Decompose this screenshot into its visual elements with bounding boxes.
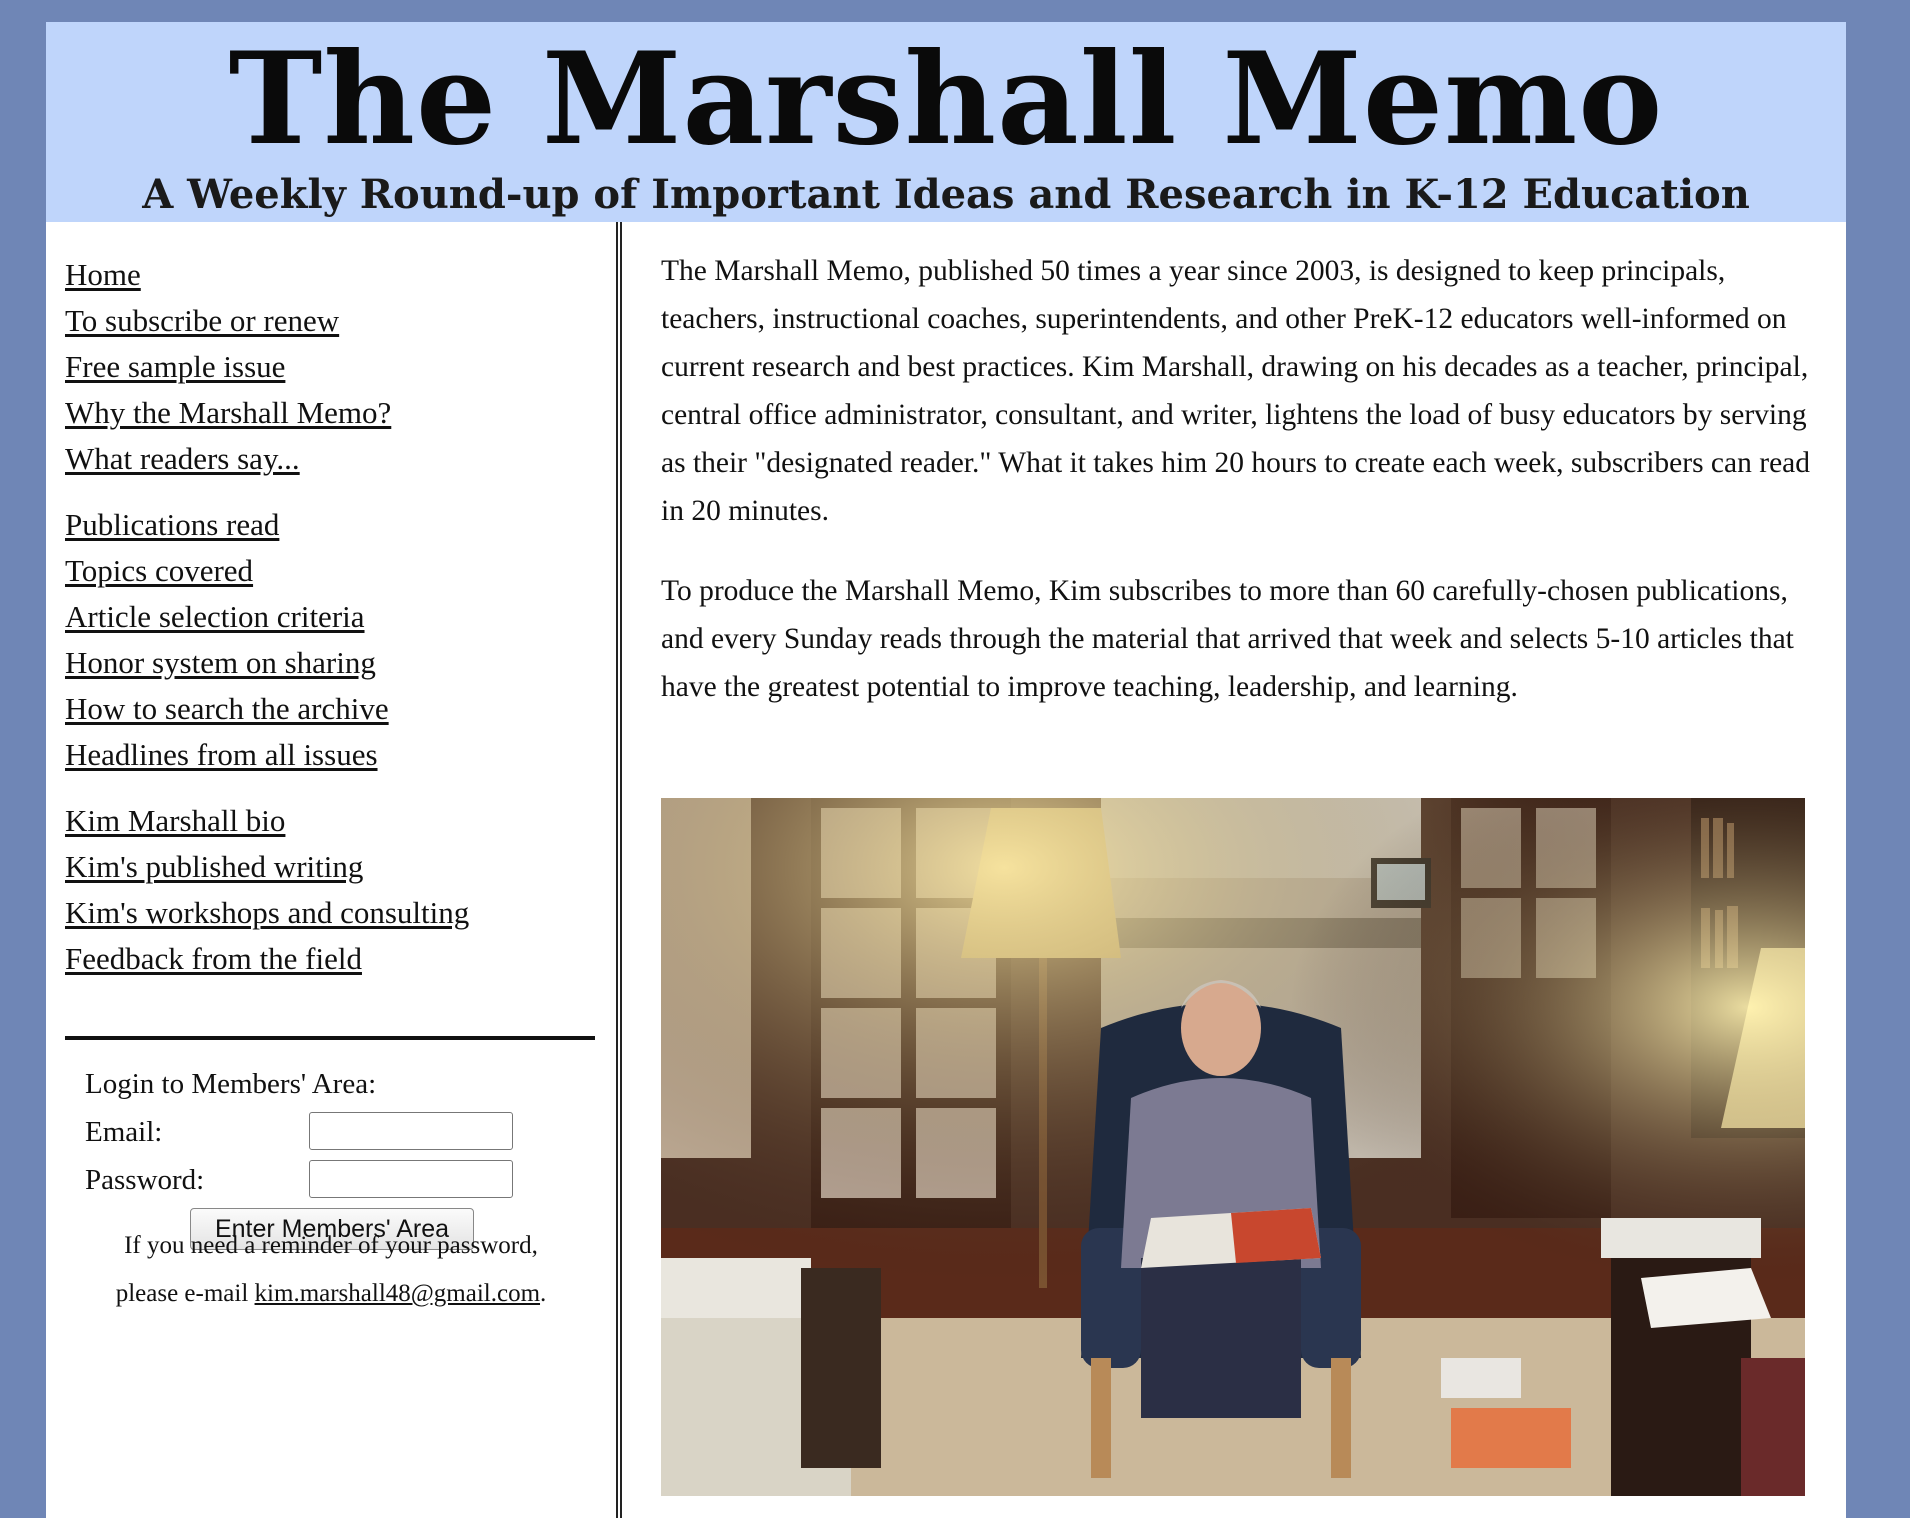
email-label: Email: [85, 1116, 163, 1148]
column-divider [616, 222, 622, 1518]
password-field[interactable] [309, 1160, 513, 1198]
nav-group-content: Publications read Topics covered Article… [65, 502, 469, 778]
nav-link-subscribe[interactable]: To subscribe or renew [65, 303, 339, 338]
process-paragraph: To produce the Marshall Memo, Kim subscr… [661, 575, 1794, 703]
login-heading: Login to Members' Area: [85, 1068, 377, 1100]
nav-link-selection-criteria[interactable]: Article selection criteria [65, 599, 365, 634]
intro-paragraph: The Marshall Memo, published 50 times a … [661, 255, 1811, 527]
columns: Home To subscribe or renew Free sample i… [46, 222, 1846, 1518]
contact-email-link[interactable]: kim.marshall48@gmail.com [255, 1280, 540, 1307]
site-subtitle: A Weekly Round-up of Important Ideas and… [142, 171, 1750, 218]
nav-group-kim: Kim Marshall bio Kim's published writing… [65, 798, 469, 982]
photo-illustration [661, 798, 1805, 1496]
site-title: The Marshall Memo [228, 25, 1664, 173]
email-field[interactable] [309, 1112, 513, 1150]
nav-link-home[interactable]: Home [65, 257, 141, 292]
password-reminder: If you need a reminder of your password,… [46, 1222, 616, 1318]
nav-link-feedback[interactable]: Feedback from the field [65, 941, 362, 976]
reminder-line-1: If you need a reminder of your password, [124, 1232, 538, 1259]
nav-link-sample-issue[interactable]: Free sample issue [65, 349, 285, 384]
reminder-prefix: please e-mail [115, 1280, 255, 1307]
nav-link-search-archive[interactable]: How to search the archive [65, 691, 389, 726]
reminder-suffix: . [540, 1280, 547, 1307]
sidebar-divider [65, 1036, 595, 1040]
reminder-line-2: please e-mail kim.marshall48@gmail.com. [46, 1270, 616, 1318]
sidebar-nav: Home To subscribe or renew Free sample i… [65, 252, 469, 982]
main-content: The Marshall Memo, published 50 times a … [661, 247, 1811, 743]
nav-link-why[interactable]: Why the Marshall Memo? [65, 395, 391, 430]
nav-link-readers-say[interactable]: What readers say... [65, 441, 300, 476]
login-form: Login to Members' Area: Email: Password:… [85, 1060, 585, 1250]
nav-group-about: Home To subscribe or renew Free sample i… [65, 252, 469, 482]
nav-link-bio[interactable]: Kim Marshall bio [65, 803, 285, 838]
nav-link-writing[interactable]: Kim's published writing [65, 849, 363, 884]
nav-link-publications[interactable]: Publications read [65, 507, 279, 542]
reading-room-photo [661, 798, 1805, 1496]
page: The Marshall Memo A Weekly Round-up of I… [46, 22, 1846, 1518]
nav-link-workshops[interactable]: Kim's workshops and consulting [65, 895, 469, 930]
nav-link-headlines[interactable]: Headlines from all issues [65, 737, 378, 772]
sidebar: Home To subscribe or renew Free sample i… [46, 222, 616, 1518]
nav-link-honor-system[interactable]: Honor system on sharing [65, 645, 376, 680]
password-label: Password: [85, 1164, 205, 1196]
nav-link-topics[interactable]: Topics covered [65, 553, 253, 588]
header-banner: The Marshall Memo A Weekly Round-up of I… [46, 22, 1846, 222]
